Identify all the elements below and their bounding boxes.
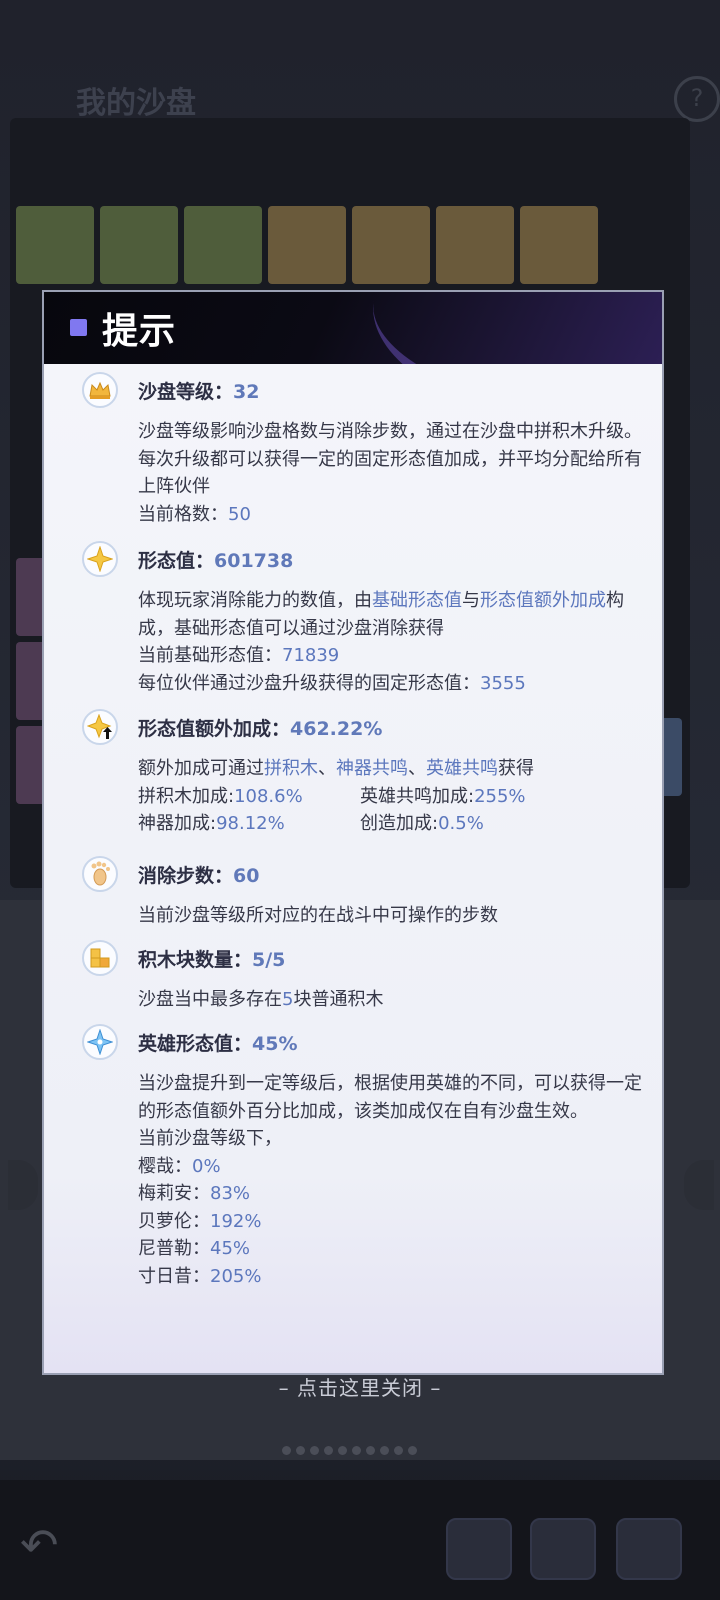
section-value: 60 <box>233 865 260 887</box>
footprint-icon <box>82 856 118 892</box>
hero-bonus-row: 尼普勒：45% <box>138 1238 251 1259</box>
section-sandbox-level: 沙盘等级：32 沙盘等级影响沙盘格数与消除步数，通过在沙盘中拼积木升级。每次升级… <box>82 372 642 528</box>
section-value: 5/5 <box>252 949 286 971</box>
page-indicator <box>282 1440 422 1459</box>
board-tile <box>184 206 262 284</box>
menu-icon[interactable] <box>616 1518 682 1580</box>
section-description: 当沙盘提升到一定等级后，根据使用英雄的不同，可以获得一定的形态值额外百分比加成，… <box>138 1073 642 1122</box>
artifact-bonus: 神器加成:98.12% <box>138 813 285 834</box>
board-tile <box>16 206 94 284</box>
close-hint-button[interactable]: – 点击这里关闭 – <box>0 1372 720 1401</box>
link-hero-resonance[interactable]: 英雄共鸣 <box>426 758 498 779</box>
section-value: 462.22% <box>290 718 383 740</box>
link-extra-bonus[interactable]: 形态值额外加成 <box>480 590 606 611</box>
section-elimination-steps: 消除步数：60 当前沙盘等级所对应的在战斗中可操作的步数 <box>82 856 642 930</box>
hero-bonus-row: 寸日昔：205% <box>138 1265 262 1287</box>
bottom-bar <box>0 1480 720 1600</box>
sparkle-icon <box>82 541 118 577</box>
back-icon[interactable]: ↶ <box>20 1518 59 1572</box>
star-icon <box>82 1024 118 1060</box>
section-label: 积木块数量：5/5 <box>138 949 286 971</box>
crown-icon <box>82 372 118 408</box>
section-description: 当前沙盘等级所对应的在战斗中可操作的步数 <box>138 905 498 926</box>
section-description: 沙盘等级影响沙盘格数与消除步数，通过在沙盘中拼积木升级。每次升级都可以获得一定的… <box>138 421 642 497</box>
dialog-body[interactable]: 沙盘等级：32 沙盘等级影响沙盘格数与消除步数，通过在沙盘中拼积木升级。每次升级… <box>44 364 662 1373</box>
section-label: 沙盘等级：32 <box>138 381 260 403</box>
background-page-title: 我的沙盘 <box>76 86 196 121</box>
next-arrow-icon[interactable] <box>684 1160 714 1210</box>
prev-arrow-icon[interactable] <box>8 1160 38 1210</box>
board-tile <box>520 206 598 284</box>
section-value: 601738 <box>214 550 294 572</box>
link-block-building[interactable]: 拼积木 <box>264 758 318 779</box>
link-base-form-value[interactable]: 基础形态值 <box>372 590 462 611</box>
tip-dialog: 提示 沙盘等级：32 沙盘等级影响沙盘格数与消除步数，通过在沙盘中拼积木升级。每… <box>42 290 664 1375</box>
section-label: 形态值额外加成：462.22% <box>138 718 383 740</box>
hero-resonance-bonus: 英雄共鸣加成:255% <box>360 785 526 807</box>
blocks-icon <box>82 940 118 976</box>
base-form-value: 当前基础形态值：71839 <box>138 645 340 666</box>
section-extra-bonus: 形态值额外加成：462.22% 额外加成可通过拼积木、神器共鸣、英雄共鸣获得 拼… <box>82 709 642 838</box>
sparkle-up-icon <box>82 709 118 745</box>
section-description: 体现玩家消除能力的数值，由基础形态值与形态值额外加成构成，基础形态值可以通过沙盘… <box>138 590 624 639</box>
section-label: 英雄形态值：45% <box>138 1033 298 1055</box>
current-level-note: 当前沙盘等级下， <box>138 1128 282 1149</box>
dialog-title: 提示 <box>102 311 177 352</box>
section-value: 32 <box>233 381 260 403</box>
section-description: 额外加成可通过拼积木、神器共鸣、英雄共鸣获得 <box>138 758 534 779</box>
section-description: 沙盘当中最多存在5块普通积木 <box>138 989 384 1010</box>
section-hero-form-value: 英雄形态值：45% 当沙盘提升到一定等级后，根据使用英雄的不同，可以获得一定的形… <box>82 1024 642 1290</box>
section-value: 45% <box>252 1033 298 1055</box>
board-tile <box>352 206 430 284</box>
section-label: 形态值：601738 <box>138 550 294 572</box>
board-tile <box>268 206 346 284</box>
board-tile <box>100 206 178 284</box>
create-bonus: 创造加成:0.5% <box>360 813 484 834</box>
section-block-count: 积木块数量：5/5 沙盘当中最多存在5块普通积木 <box>82 940 642 1014</box>
link-artifact-resonance[interactable]: 神器共鸣 <box>336 758 408 779</box>
section-form-value: 形态值：601738 体现玩家消除能力的数值，由基础形态值与形态值额外加成构成，… <box>82 541 642 697</box>
menu-icon[interactable] <box>530 1518 596 1580</box>
hero-bonus-row: 贝萝伦：192% <box>138 1210 262 1232</box>
section-label: 消除步数：60 <box>138 865 260 887</box>
hero-bonus-row: 樱哉：0% <box>138 1155 221 1177</box>
question-icon[interactable]: ? <box>674 76 720 122</box>
menu-icon[interactable] <box>446 1518 512 1580</box>
partner-form-value: 每位伙伴通过沙盘升级获得的固定形态值：3555 <box>138 672 526 694</box>
current-cells: 当前格数：50 <box>138 503 251 525</box>
title-marker-icon <box>70 319 87 336</box>
board-tile <box>436 206 514 284</box>
dialog-header: 提示 <box>44 292 662 364</box>
block-bonus: 拼积木加成:108.6% <box>138 785 303 807</box>
hero-bonus-row: 梅莉安：83% <box>138 1183 251 1204</box>
